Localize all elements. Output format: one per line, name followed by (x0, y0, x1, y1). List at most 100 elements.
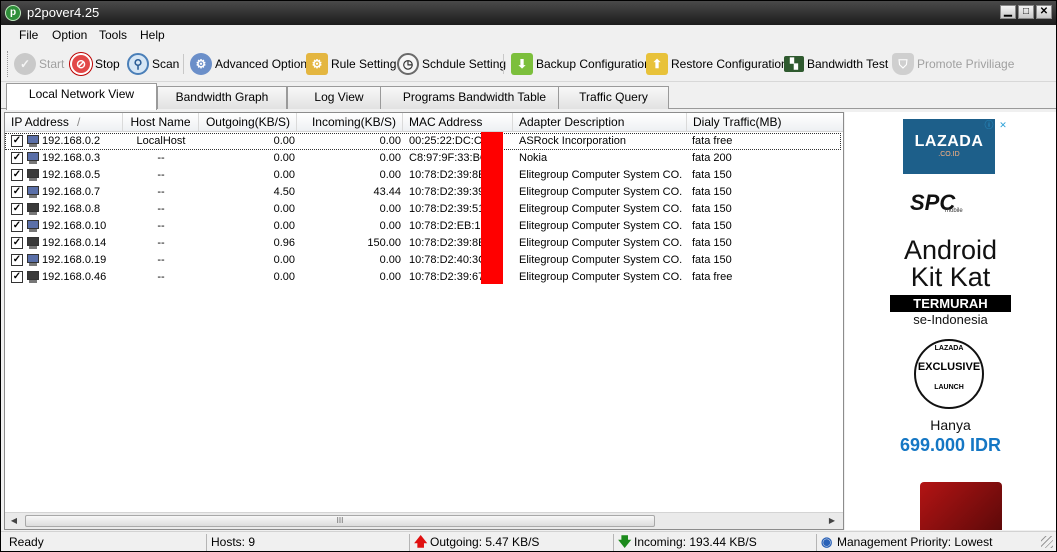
cell-in: 150.00 (367, 237, 401, 249)
row-checkbox[interactable]: ✓ (11, 203, 23, 215)
computer-icon (26, 169, 40, 181)
sort-indicator: / (77, 115, 81, 129)
tab-local-network-view[interactable]: Local Network View (6, 83, 157, 110)
cell-out: 0.00 (273, 135, 295, 147)
tab-log-view[interactable]: Log View (287, 86, 391, 109)
cell-out: 0.00 (273, 203, 295, 215)
cell-in: 0.00 (379, 152, 401, 164)
tab-bandwidth-graph[interactable]: Bandwidth Graph (157, 86, 287, 109)
computer-icon (26, 135, 40, 147)
menu-file[interactable]: File (19, 28, 38, 42)
cell-traffic: fata 150 (692, 169, 732, 181)
status-priority: ◉ Management Priority: Lowest (816, 534, 1022, 551)
column-daily-traffic[interactable]: Dialy Traffic(MB) (687, 113, 843, 132)
ad-info-icon[interactable]: ⓘ (983, 119, 995, 131)
cell-ip: 192.168.0.7 (42, 186, 101, 198)
backup-configuration-button[interactable]: ⬇ Backup Configuration (511, 51, 651, 77)
minimize-button[interactable]: ▁ (1000, 5, 1016, 19)
cell-adapter: Elitegroup Computer System CO. (519, 254, 683, 266)
cell-traffic: fata 150 (692, 203, 732, 215)
cell-in: 0.00 (379, 220, 401, 232)
cell-out: 0.00 (273, 169, 295, 181)
cell-out: 4.50 (273, 186, 295, 198)
cell-adapter: Elitegroup Computer System CO. (519, 237, 683, 249)
table-row[interactable]: ✓ 192.168.0.5 -- 0.00 0.00 10:78:D2:39:8E Elit… (5, 167, 841, 184)
close-button[interactable]: ✕ (1036, 5, 1052, 19)
computer-icon (26, 186, 40, 198)
menu-tools[interactable]: Tools (99, 28, 127, 42)
row-checkbox[interactable]: ✓ (11, 135, 23, 147)
menu-help[interactable]: Help (140, 28, 165, 42)
clock-icon: ◷ (397, 53, 419, 75)
promote-privilege-button[interactable]: ⛉ Promote Priviliage (892, 51, 1014, 77)
restore-configuration-button[interactable]: ⬆ Restore Configuration (646, 51, 788, 77)
maximize-button[interactable]: □ (1018, 5, 1034, 19)
computer-icon (26, 254, 40, 266)
resize-grip[interactable] (1041, 536, 1053, 548)
row-checkbox[interactable]: ✓ (11, 254, 23, 266)
scan-button[interactable]: ⚲ Scan (127, 51, 179, 77)
host-list[interactable]: IP Address / Host Name Outgoing(KB/S) In… (4, 112, 844, 530)
cell-adapter: Elitegroup Computer System CO. (519, 186, 683, 198)
column-mac-address[interactable]: MAC Address (403, 113, 513, 132)
computer-icon (26, 152, 40, 164)
tab-traffic-query[interactable]: Traffic Query (558, 86, 669, 109)
status-hosts: Hosts: 9 (206, 534, 406, 551)
ad-hanya: Hanya (930, 417, 971, 433)
table-row[interactable]: ✓ 192.168.0.3 -- 0.00 0.00 C8:97:9F:33:BO Noki… (5, 150, 841, 167)
stop-button[interactable]: ⊘ Stop (70, 51, 120, 77)
table-row[interactable]: ✓ 192.168.0.8 -- 0.00 0.00 10:78:D2:39:51 Elit… (5, 201, 841, 218)
ad-panel[interactable]: LAZADA .CO.ID ⓘ ✕ SPC mobile Android Kit… (845, 112, 1056, 530)
ad-banner[interactable]: LAZADA .CO.ID ⓘ ✕ SPC mobile Android Kit… (890, 117, 1011, 530)
start-button[interactable]: ✓ Start (14, 51, 64, 77)
table-row[interactable]: ✓ 192.168.0.10 -- 0.00 0.00 10:78:D2:EB:1E Eli… (5, 218, 841, 235)
toolbar-separator (503, 54, 504, 74)
toolbar-grip[interactable] (7, 51, 10, 77)
column-incoming[interactable]: Incoming(KB/S) (297, 113, 403, 132)
toolbar: ✓ Start ⊘ Stop ⚲ Scan ⚙ Advanced Option … (1, 46, 1056, 82)
table-row[interactable]: ✓ 192.168.0.46 -- 0.00 0.00 10:78:D2:39:67 Eli… (5, 269, 841, 286)
cell-host: -- (157, 203, 165, 215)
column-adapter-description[interactable]: Adapter Description (513, 113, 687, 132)
row-checkbox[interactable]: ✓ (11, 186, 23, 198)
tab-programs-bandwidth-table[interactable]: Programs Bandwidth Table (380, 86, 569, 109)
scroll-right-arrow-icon[interactable]: ▶ (825, 514, 839, 528)
table-row[interactable]: ✓ 192.168.0.7 -- 4.50 43.44 10:78:D2:39:39 Eli… (5, 184, 841, 201)
lazada-logo: LAZADA .CO.ID (903, 119, 995, 174)
column-host-name[interactable]: Host Name (123, 113, 199, 132)
menu-option[interactable]: Option (52, 28, 87, 42)
cell-ip: 192.168.0.2 (42, 135, 101, 147)
advanced-option-button[interactable]: ⚙ Advanced Option (190, 51, 307, 77)
cell-in: 43.44 (373, 186, 401, 198)
table-row[interactable]: ✓ 192.168.0.14 -- 0.96 150.00 10:78:D2:39:8E E… (5, 235, 841, 252)
row-checkbox[interactable]: ✓ (11, 152, 23, 164)
column-ip-address[interactable]: IP Address / (5, 113, 123, 132)
row-checkbox[interactable]: ✓ (11, 169, 23, 181)
status-incoming: 🡇 Incoming: 193.44 KB/S (613, 534, 813, 551)
cell-adapter: Elitegroup Computer System CO. (519, 220, 683, 232)
redaction-mark (481, 132, 503, 284)
cell-traffic: fata 150 (692, 254, 732, 266)
status-bar: Ready Hosts: 9 🡅 Outgoing: 5.47 KB/S 🡇 Inc… (1, 531, 1056, 551)
chart-monitor-icon: ▚ (784, 56, 804, 72)
cell-out: 0.00 (273, 152, 295, 164)
table-row[interactable]: ✓ 192.168.0.2 LocalHost 0.00 0.00 00:25:22:DC… (5, 133, 841, 150)
cell-in: 0.00 (379, 135, 401, 147)
table-row[interactable]: ✓ 192.168.0.19 -- 0.00 0.00 10:78:D2:40:3C Eli… (5, 252, 841, 269)
title-bar[interactable]: p p2pover4.25 ▁ □ ✕ (1, 1, 1056, 25)
row-checkbox[interactable]: ✓ (11, 220, 23, 232)
phone-image (920, 482, 1002, 530)
scroll-left-arrow-icon[interactable]: ◀ (7, 514, 21, 528)
cell-traffic: fata free (692, 135, 733, 147)
schedule-setting-button[interactable]: ◷ Schdule Setting (397, 51, 506, 77)
row-checkbox[interactable]: ✓ (11, 237, 23, 249)
menu-bar: File Option Tools Help (1, 25, 1056, 46)
scroll-thumb[interactable]: III (25, 515, 655, 527)
download-box-icon: ⬇ (511, 53, 533, 75)
row-checkbox[interactable]: ✓ (11, 271, 23, 283)
rule-setting-button[interactable]: ⚙ Rule Setting (306, 51, 396, 77)
horizontal-scrollbar[interactable]: ◀ III ▶ (5, 512, 843, 529)
bandwidth-test-button[interactable]: ▚ Bandwidth Test (784, 51, 888, 77)
ad-close-icon[interactable]: ✕ (997, 119, 1009, 131)
column-outgoing[interactable]: Outgoing(KB/S) (199, 113, 297, 132)
